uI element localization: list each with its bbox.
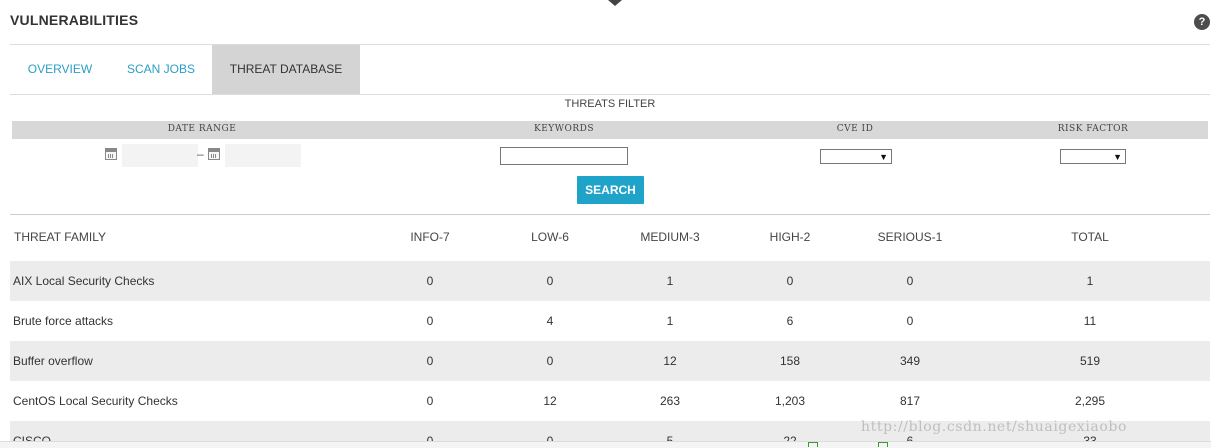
status-icon xyxy=(808,442,818,447)
cell-total: 2,295 xyxy=(1074,394,1106,408)
status-icon xyxy=(878,442,888,447)
cell-high: 1,203 xyxy=(774,394,806,408)
tab-threat-database[interactable]: THREAT DATABASE xyxy=(212,45,360,94)
cell-info: 0 xyxy=(426,314,434,328)
filter-label-cve-id: CVE ID xyxy=(836,124,874,134)
cell-low: 12 xyxy=(543,394,557,408)
cell-total: 1 xyxy=(1086,274,1094,288)
cell-medium: 263 xyxy=(659,394,681,408)
cell-low: 0 xyxy=(546,354,554,368)
cell-info: 0 xyxy=(426,354,434,368)
col-header-high[interactable]: HIGH-2 xyxy=(770,230,811,244)
filter-title: THREATS FILTER xyxy=(564,98,656,110)
watermark: http://blog.csdn.net/shuaigexiaobo xyxy=(861,419,1127,435)
calendar-icon[interactable] xyxy=(208,148,220,160)
table-row[interactable]: Brute force attacks 0 4 1 6 0 11 xyxy=(10,301,1210,341)
cve-id-select[interactable]: ▼ xyxy=(820,149,892,164)
page-header: VULNERABILITIES ? xyxy=(0,0,1211,44)
filter-header-bar: DATE RANGE KEYWORDS CVE ID RISK FACTOR xyxy=(12,121,1208,139)
cell-serious: 0 xyxy=(906,274,914,288)
col-header-info[interactable]: INFO-7 xyxy=(410,230,449,244)
cell-info: 0 xyxy=(426,274,434,288)
filter-label-keywords: KEYWORDS xyxy=(533,124,595,134)
cell-high: 158 xyxy=(779,354,801,368)
cell-threat-family[interactable]: Buffer overflow xyxy=(13,354,93,368)
cell-info: 0 xyxy=(426,394,434,408)
filter-label-date-range: DATE RANGE xyxy=(167,124,237,134)
cell-medium: 12 xyxy=(663,354,677,368)
table-row[interactable]: Buffer overflow 0 0 12 158 349 519 xyxy=(10,341,1210,381)
section-divider xyxy=(10,214,1210,215)
search-button[interactable]: SEARCH xyxy=(577,176,644,204)
tab-scan-jobs[interactable]: SCAN JOBS xyxy=(110,45,212,94)
cell-serious: 0 xyxy=(906,314,914,328)
cell-medium: 1 xyxy=(666,274,674,288)
cell-low: 4 xyxy=(546,314,554,328)
tab-overview[interactable]: OVERVIEW xyxy=(10,45,110,94)
col-header-medium[interactable]: MEDIUM-3 xyxy=(640,230,699,244)
cell-high: 6 xyxy=(786,314,794,328)
cell-total: 11 xyxy=(1083,314,1097,328)
keywords-input[interactable] xyxy=(500,147,628,165)
cell-low: 0 xyxy=(546,274,554,288)
cell-threat-family[interactable]: AIX Local Security Checks xyxy=(13,274,154,288)
cell-serious: 817 xyxy=(899,394,921,408)
col-header-threat-family[interactable]: THREAT FAMILY xyxy=(14,230,106,244)
cell-high: 0 xyxy=(786,274,794,288)
cell-threat-family[interactable]: Brute force attacks xyxy=(13,314,113,328)
date-from-input[interactable] xyxy=(122,144,198,167)
cell-serious: 349 xyxy=(899,354,921,368)
date-range-separator: – xyxy=(197,147,204,161)
table-row[interactable]: CentOS Local Security Checks 0 12 263 1,… xyxy=(10,381,1210,421)
date-to-input[interactable] xyxy=(225,144,301,167)
dropdown-arrow-icon: ▼ xyxy=(879,152,888,162)
calendar-icon[interactable] xyxy=(105,148,117,160)
tab-bar: OVERVIEW SCAN JOBS THREAT DATABASE xyxy=(10,44,1210,95)
page-title: VULNERABILITIES xyxy=(10,12,139,28)
filter-label-risk-factor: RISK FACTOR xyxy=(1057,124,1129,134)
cell-total: 519 xyxy=(1079,354,1101,368)
col-header-serious[interactable]: SERIOUS-1 xyxy=(878,230,943,244)
table-row[interactable]: AIX Local Security Checks 0 0 1 0 0 1 xyxy=(10,261,1210,301)
risk-factor-select[interactable]: ▼ xyxy=(1060,149,1126,164)
help-icon[interactable]: ? xyxy=(1194,14,1210,30)
col-header-low[interactable]: LOW-6 xyxy=(531,230,569,244)
col-header-total[interactable]: TOTAL xyxy=(1071,230,1109,244)
cell-medium: 1 xyxy=(666,314,674,328)
cell-threat-family[interactable]: CentOS Local Security Checks xyxy=(13,394,178,408)
dropdown-arrow-icon: ▼ xyxy=(1113,152,1122,162)
